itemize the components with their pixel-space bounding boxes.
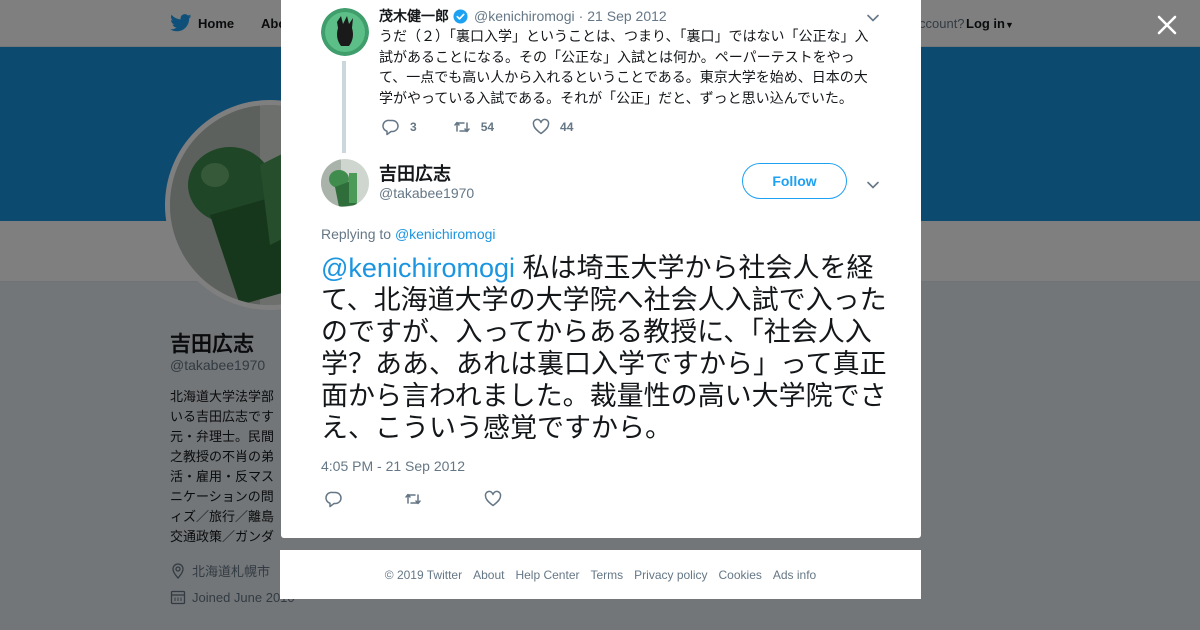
parent-tweet-author-handle[interactable]: @kenichiromogi bbox=[474, 8, 575, 24]
parent-avatar-image bbox=[321, 8, 369, 56]
main-tweet-menu-button[interactable] bbox=[866, 177, 880, 189]
close-icon bbox=[1157, 15, 1177, 35]
footer-terms-link[interactable]: Terms bbox=[590, 568, 623, 582]
footer-privacy-link[interactable]: Privacy policy bbox=[634, 568, 707, 582]
parent-tweet-menu-button[interactable] bbox=[866, 10, 880, 22]
main-tweet-mention[interactable]: @kenichiromogi bbox=[321, 253, 515, 283]
main-retweet-button[interactable] bbox=[404, 490, 422, 508]
chevron-down-icon bbox=[867, 14, 879, 22]
parent-tweet-text: うだ（２）「裏口入学」ということは、つまり、「裏口」ではない「公正な」入試がある… bbox=[379, 28, 869, 106]
reply-icon bbox=[325, 491, 342, 508]
verified-badge-icon bbox=[453, 8, 468, 24]
thread-connector-line bbox=[342, 61, 346, 153]
parent-tweet-date[interactable]: 21 Sep 2012 bbox=[587, 8, 666, 24]
separator-dot: · bbox=[578, 8, 584, 24]
parent-retweet-count: 54 bbox=[480, 120, 495, 134]
retweet-icon bbox=[453, 121, 470, 133]
main-like-button[interactable] bbox=[484, 490, 502, 508]
parent-tweet-header: 茂木健一郎 @kenichiromogi · 21 Sep 2012 bbox=[379, 6, 667, 26]
footer-help-center-link[interactable]: Help Center bbox=[515, 568, 579, 582]
main-tweet-text: @kenichiromogi 私は埼玉大学から社会人を経て、北海道大学の大学院へ… bbox=[321, 252, 891, 444]
main-tweet-author-name[interactable]: 吉田広志 bbox=[379, 160, 451, 186]
footer-cookies-link[interactable]: Cookies bbox=[719, 568, 762, 582]
parent-retweet-button[interactable]: 54 bbox=[453, 118, 494, 136]
main-reply-button[interactable] bbox=[325, 490, 343, 508]
reply-icon bbox=[382, 119, 399, 136]
footer-ads-info-link[interactable]: Ads info bbox=[773, 568, 816, 582]
modal-footer: © 2019 Twitter About Help Center Terms P… bbox=[280, 550, 921, 599]
replying-to-link[interactable]: @kenichiromogi bbox=[395, 226, 496, 242]
parent-tweet-avatar[interactable] bbox=[321, 8, 369, 56]
like-icon bbox=[532, 118, 550, 135]
main-tweet-avatar[interactable] bbox=[321, 159, 369, 207]
main-tweet-actions bbox=[325, 490, 502, 508]
footer-about-link[interactable]: About bbox=[473, 568, 504, 582]
parent-reply-count: 3 bbox=[410, 120, 417, 134]
follow-button[interactable]: Follow bbox=[742, 163, 847, 199]
footer-copyright: © 2019 Twitter bbox=[384, 567, 463, 582]
parent-reply-button[interactable]: 3 bbox=[382, 118, 417, 136]
main-avatar-image bbox=[321, 159, 369, 207]
chevron-down-icon bbox=[867, 181, 879, 189]
parent-like-button[interactable]: 44 bbox=[532, 118, 573, 136]
replying-to-line: Replying to @kenichiromogi bbox=[321, 226, 496, 242]
close-button[interactable] bbox=[1152, 10, 1182, 40]
replying-to-prefix: Replying to bbox=[321, 226, 395, 242]
parent-like-count: 44 bbox=[560, 120, 574, 134]
main-tweet-timestamp[interactable]: 4:05 PM - 21 Sep 2012 bbox=[321, 458, 465, 474]
like-icon bbox=[484, 490, 502, 507]
main-tweet-author-handle[interactable]: @takabee1970 bbox=[379, 185, 474, 201]
parent-tweet-actions: 3 54 44 bbox=[382, 118, 573, 136]
retweet-icon bbox=[405, 493, 421, 505]
tweet-modal: 茂木健一郎 @kenichiromogi · 21 Sep 2012 うだ（２）… bbox=[281, 0, 921, 538]
parent-tweet-author-name[interactable]: 茂木健一郎 bbox=[379, 6, 449, 26]
